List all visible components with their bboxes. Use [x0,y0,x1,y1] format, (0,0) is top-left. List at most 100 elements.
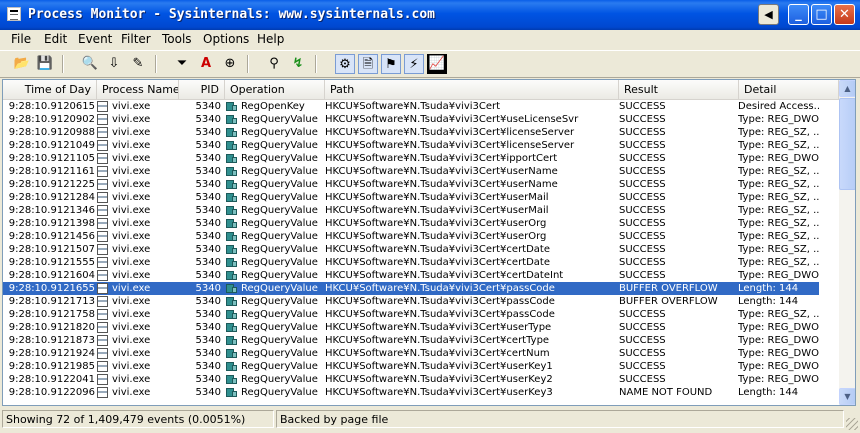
cell-process: vivi.exe [97,191,177,204]
filter-icon[interactable]: ⏷ [172,54,192,74]
registry-activity-icon[interactable]: ⚙ [335,54,355,74]
cell-operation: RegQueryValue [225,165,323,178]
jump-to-icon[interactable]: ↯ [288,54,308,74]
table-row[interactable]: 9:28:10.9121713 vivi.exe 5340 RegQueryValue… [3,295,819,308]
menu-edit[interactable]: Edit [44,32,67,46]
magnifier-icon[interactable]: 🔍 [80,54,100,74]
process-name: vivi.exe [112,127,151,138]
table-row[interactable]: 9:28:10.9121655 vivi.exe 5340 RegQueryValue… [3,282,819,295]
process-name: vivi.exe [112,348,151,359]
cell-time: 9:28:10.9121507 [8,244,95,255]
cell-operation: RegQueryValue [225,126,323,139]
cell-pid: 5340 [195,322,221,333]
filesystem-activity-icon[interactable]: 🗎 [358,54,378,74]
cell-operation: RegQueryValue [225,243,323,256]
cell-detail: Length: 144 [738,283,799,294]
cell-result: SUCCESS [619,322,666,333]
table-row[interactable]: 9:28:10.9121873 vivi.exe 5340 RegQueryValue… [3,334,819,347]
table-row[interactable]: 9:28:10.9121555 vivi.exe 5340 RegQueryValue… [3,256,819,269]
cell-result: SUCCESS [619,127,666,138]
process-icon [97,140,108,151]
highlight-icon[interactable]: A [196,54,216,74]
scroll-thumb[interactable] [839,98,855,190]
open-icon[interactable]: 📂 [12,54,32,74]
table-row[interactable]: 9:28:10.9121507 vivi.exe 5340 RegQueryValue… [3,243,819,256]
column-time[interactable]: Time of Day [3,80,97,99]
column-operation[interactable]: Operation [225,80,325,99]
table-row[interactable]: 9:28:10.9121456 vivi.exe 5340 RegQueryValue… [3,230,819,243]
cell-result: SUCCESS [619,257,666,268]
cell-result: BUFFER OVERFLOW [619,296,718,307]
menu-file[interactable]: File [11,32,31,46]
table-row[interactable]: 9:28:10.9120615 vivi.exe 5340 RegOpenKey HKC… [3,100,819,113]
table-row[interactable]: 9:28:10.9120902 vivi.exe 5340 RegQueryValue… [3,113,819,126]
table-row[interactable]: 9:28:10.9122096 vivi.exe 5340 RegQueryValue… [3,386,819,399]
table-row[interactable]: 9:28:10.9121985 vivi.exe 5340 RegQueryValue… [3,360,819,373]
menu-options[interactable]: Options [203,32,249,46]
scroll-up-button[interactable]: ▲ [839,80,855,97]
close-button[interactable]: ✕ [834,4,855,25]
profiling-icon[interactable]: 📈 [427,54,447,74]
cell-time: 9:28:10.9121758 [8,309,95,320]
cell-time: 9:28:10.9121456 [8,231,95,242]
cell-pid: 5340 [195,348,221,359]
operation-name: RegQueryValue [241,179,318,190]
column-path[interactable]: Path [325,80,619,99]
table-row[interactable]: 9:28:10.9121398 vivi.exe 5340 RegQueryValue… [3,217,819,230]
table-row[interactable]: 9:28:10.9121161 vivi.exe 5340 RegQueryValue… [3,165,819,178]
back-icon[interactable]: ◀ [758,4,779,25]
cell-path: HKCU¥Software¥N.Tsuda¥vivi3Cert¥licenseS… [325,127,575,138]
cell-process: vivi.exe [97,230,177,243]
column-detail[interactable]: Detail [739,80,839,99]
cell-operation: RegQueryValue [225,373,323,386]
scroll-down-button[interactable]: ▼ [839,388,855,405]
resize-grip[interactable] [846,418,858,430]
operation-name: RegQueryValue [241,192,318,203]
column-result[interactable]: Result [619,80,739,99]
target-icon[interactable]: ⊕ [220,54,240,74]
menu-help[interactable]: Help [257,32,284,46]
column-process[interactable]: Process Name [97,80,179,99]
table-row[interactable]: 9:28:10.9121604 vivi.exe 5340 RegQueryValue… [3,269,819,282]
maximize-button[interactable]: □ [811,4,832,25]
table-row[interactable]: 9:28:10.9121049 vivi.exe 5340 RegQueryValue… [3,139,819,152]
app-icon[interactable] [7,7,21,21]
network-activity-icon[interactable]: ⚑ [381,54,401,74]
cell-result: NAME NOT FOUND [619,387,713,398]
table-row[interactable]: 9:28:10.9122041 vivi.exe 5340 RegQueryValue… [3,373,819,386]
cell-detail: Type: REG_DWO... [738,114,819,125]
operation-name: RegQueryValue [241,296,318,307]
table-row[interactable]: 9:28:10.9121225 vivi.exe 5340 RegQueryValue… [3,178,819,191]
clear-icon[interactable]: ✎ [128,54,148,74]
menu-tools[interactable]: Tools [162,32,192,46]
table-row[interactable]: 9:28:10.9121924 vivi.exe 5340 RegQueryValue… [3,347,819,360]
autoscroll-icon[interactable]: ⇩ [104,54,124,74]
menu-event[interactable]: Event [78,32,112,46]
cell-pid: 5340 [195,257,221,268]
cell-operation: RegQueryValue [225,152,323,165]
binoculars-icon[interactable]: ⚲ [264,54,284,74]
event-list[interactable]: Time of Day Process Name PID Operation P… [2,79,856,406]
title-bar[interactable]: Process Monitor - Sysinternals: www.sysi… [0,0,860,30]
process-name: vivi.exe [112,140,151,151]
table-row[interactable]: 9:28:10.9120988 vivi.exe 5340 RegQueryValue… [3,126,819,139]
process-icon [97,231,108,242]
table-row[interactable]: 9:28:10.9121820 vivi.exe 5340 RegQueryValue… [3,321,819,334]
table-row[interactable]: 9:28:10.9121284 vivi.exe 5340 RegQueryValue… [3,191,819,204]
cell-detail: Type: REG_DWO... [738,348,819,359]
menu-filter[interactable]: Filter [121,32,151,46]
registry-icon [225,139,239,152]
table-row[interactable]: 9:28:10.9121346 vivi.exe 5340 RegQueryValue… [3,204,819,217]
process-name: vivi.exe [112,114,151,125]
minimize-button[interactable]: _ [788,4,809,25]
vertical-scrollbar[interactable]: ▲ ▼ [839,80,855,405]
column-pid[interactable]: PID [179,80,225,99]
cell-process: vivi.exe [97,269,177,282]
cell-operation: RegQueryValue [225,178,323,191]
cell-result: SUCCESS [619,140,666,151]
table-row[interactable]: 9:28:10.9121105 vivi.exe 5340 RegQueryValue… [3,152,819,165]
table-row[interactable]: 9:28:10.9121758 vivi.exe 5340 RegQueryValue… [3,308,819,321]
process-activity-icon[interactable]: ⚡ [404,54,424,74]
registry-icon [225,230,239,243]
save-icon[interactable]: 💾 [35,54,55,74]
